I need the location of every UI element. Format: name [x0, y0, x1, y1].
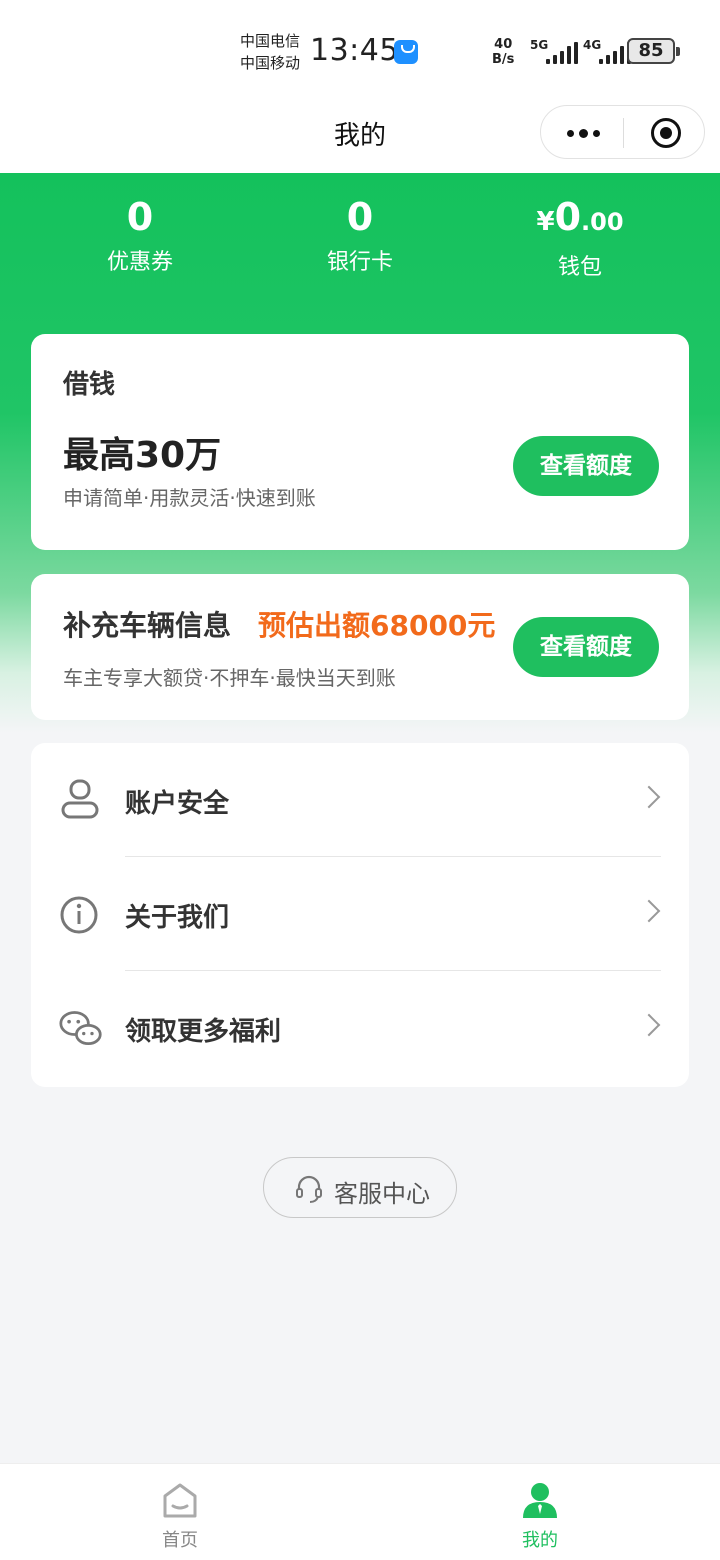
- menu-item-more-benefits[interactable]: 领取更多福利: [31, 971, 689, 1085]
- currency-symbol: ¥: [536, 207, 555, 237]
- info-icon: [60, 896, 98, 934]
- wallet-dec: .00: [581, 208, 624, 236]
- stat-wallet[interactable]: ¥0.00 钱包: [500, 194, 660, 281]
- car-check-quota-button[interactable]: 查看额度: [513, 617, 659, 677]
- net-speed-value: 40: [494, 37, 513, 52]
- stat-coupons-label: 优惠券: [106, 250, 173, 275]
- car-estimate: 预估出额68000元: [258, 609, 496, 642]
- stat-coupons[interactable]: 0 优惠券: [60, 194, 220, 276]
- loan-amount: 最高30万: [63, 435, 222, 476]
- car-info-card: 补充车辆信息 预估出额68000元 车主专享大额贷·不押车·最快当天到账 查看额…: [31, 574, 689, 720]
- battery-icon: 85: [627, 38, 680, 64]
- title-bar: 我的: [0, 95, 720, 173]
- loan-desc: 申请简单·用款灵活·快速到账: [63, 486, 316, 510]
- signal-bars-icon: [595, 42, 631, 64]
- loan-check-quota-button[interactable]: 查看额度: [513, 436, 659, 496]
- carrier-2: 中国移动: [240, 54, 301, 72]
- tab-home-label: 首页: [162, 1530, 198, 1551]
- customer-service-label: 客服中心: [334, 1180, 430, 1208]
- person-icon: [523, 1483, 557, 1518]
- net-speed: 40 B/s: [492, 37, 514, 67]
- menu-item-label: 账户安全: [125, 789, 230, 819]
- tab-mine-label: 我的: [522, 1530, 558, 1551]
- loan-card: 借钱 最高30万 申请简单·用款灵活·快速到账 查看额度: [31, 334, 689, 550]
- tab-mine[interactable]: 我的: [480, 1464, 600, 1560]
- mini-program-capsule: [540, 105, 705, 159]
- chevron-right-icon: [637, 785, 661, 809]
- car-title: 补充车辆信息: [63, 609, 232, 642]
- signal-bars-icon: [542, 42, 578, 64]
- menu-item-label: 领取更多福利: [125, 1017, 282, 1047]
- user-icon: [61, 779, 99, 819]
- carriers: 中国电信 中国移动: [240, 30, 300, 74]
- headset-icon: [296, 1175, 322, 1203]
- tab-home[interactable]: 首页: [120, 1464, 240, 1560]
- menu-item-about-us[interactable]: 关于我们: [31, 857, 689, 971]
- menu-item-label: 关于我们: [125, 903, 230, 933]
- stat-wallet-value: ¥0.00: [500, 194, 660, 245]
- tab-bar: 首页 我的: [0, 1463, 720, 1560]
- clock: 13:45: [310, 33, 399, 68]
- status-bar: 中国电信 中国移动 13:45 40 B/s 5G 4G 85: [0, 0, 720, 95]
- menu-item-account-security[interactable]: 账户安全: [31, 743, 689, 857]
- loan-title: 借钱: [63, 370, 116, 400]
- chevron-right-icon: [637, 1013, 661, 1037]
- carrier-1: 中国电信: [240, 32, 301, 50]
- stat-bank-cards-label: 银行卡: [326, 250, 393, 275]
- target-close-icon[interactable]: [637, 106, 697, 158]
- menu-card: 账户安全 关于我们 领取更多福利: [31, 743, 689, 1087]
- customer-service-button[interactable]: 客服中心: [263, 1157, 457, 1218]
- wallet-int: 0: [554, 195, 582, 239]
- wechat-icon: [59, 1011, 102, 1046]
- more-dots-icon[interactable]: [555, 106, 617, 158]
- net-speed-unit: B/s: [492, 52, 515, 67]
- stat-wallet-label: 钱包: [557, 255, 602, 280]
- shopping-bag-icon: [394, 40, 418, 64]
- stat-bank-cards[interactable]: 0 银行卡: [280, 194, 440, 276]
- home-icon: [163, 1483, 197, 1518]
- capsule-divider: [623, 118, 624, 148]
- chevron-right-icon: [637, 899, 661, 923]
- stat-bank-cards-value: 0: [346, 195, 374, 239]
- stat-coupons-value: 0: [126, 195, 154, 239]
- car-desc: 车主专享大额贷·不押车·最快当天到账: [63, 666, 396, 690]
